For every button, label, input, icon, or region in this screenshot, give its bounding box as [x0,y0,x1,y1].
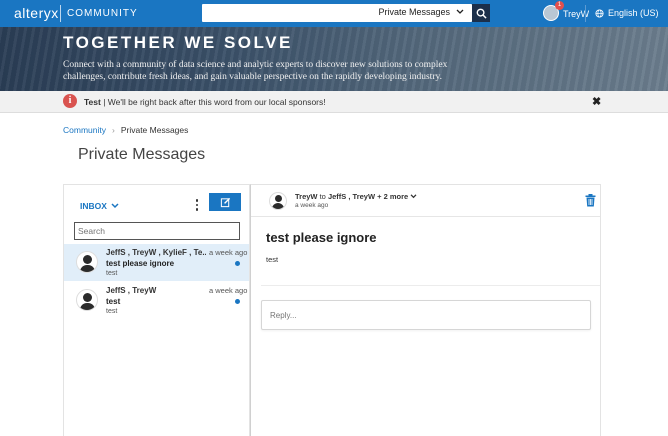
list-item[interactable]: JeffS , TreyW a week ago test test [64,282,249,319]
info-icon: i [63,94,77,108]
inbox-label: INBOX [80,201,107,211]
community-label[interactable]: COMMUNITY [67,8,138,19]
logo-divider [60,5,61,22]
search-icon [476,8,487,19]
search-scope-label: Private Messages [378,7,450,17]
language-selector[interactable]: English (US) [595,8,659,18]
inbox-folder-dropdown[interactable]: INBOX [80,201,119,211]
message-time: a week ago [209,248,248,257]
thread-header: TreyW to JeffS , TreyW + 2 more a week a… [251,185,600,217]
hero-banner: TOGETHER WE SOLVE Connect with a communi… [0,27,668,91]
trash-icon[interactable] [585,194,596,210]
message-participants: JeffS , TreyW [106,286,157,295]
thread-subject: test please ignore [266,230,377,245]
unread-indicator [235,261,240,266]
reply-input[interactable] [261,300,591,330]
thread-participants[interactable]: TreyW to JeffS , TreyW + 2 more [295,192,417,201]
compose-message-button[interactable] [209,193,241,211]
thread-recipients: JeffS , TreyW + 2 more [327,192,409,201]
chevron-down-icon [456,9,464,14]
announcement-title: Test [84,97,101,107]
breadcrumb: Community › Private Messages [63,125,188,135]
more-options-icon[interactable] [195,199,199,211]
breadcrumb-community-link[interactable]: Community [63,125,106,135]
chevron-down-icon [410,194,417,199]
thread-to-label: to [317,192,328,201]
alteryx-logo[interactable]: alteryx [14,5,59,21]
nav-divider [585,5,586,22]
thread-time: a week ago [295,202,329,209]
announcement-message: | We'll be right back after this word fr… [100,97,326,107]
message-subject: test please ignore [106,259,175,268]
avatar [76,289,98,311]
message-search-input[interactable] [74,222,240,240]
language-label: English (US) [608,8,659,18]
hero-description: Connect with a community of data science… [63,60,448,82]
avatar[interactable] [269,192,287,210]
chevron-down-icon [111,203,119,209]
search-scope-dropdown[interactable]: Private Messages [378,7,464,17]
message-preview: test [106,270,118,277]
compose-icon [220,197,230,207]
unread-indicator [235,299,240,304]
list-item[interactable]: JeffS , TreyW , KylieF , Te... a week ag… [64,244,249,281]
hero-title: TOGETHER WE SOLVE [63,33,293,52]
global-search-input[interactable]: Private Messages [202,4,472,22]
search-button[interactable] [472,4,490,22]
thread-divider [261,285,600,286]
message-participants: JeffS , TreyW , KylieF , Te... [106,248,206,257]
message-list-panel: INBOX JeffS , TreyW , KylieF , Te... a w… [63,184,250,436]
announcement-bar: i Test | We'll be right back after this … [0,91,668,113]
chevron-right-icon: › [111,125,115,135]
message-subject: test [106,297,121,306]
breadcrumb-current: Private Messages [120,125,189,135]
top-nav-bar: alteryx COMMUNITY Private Messages 1 Tre… [0,0,668,27]
close-icon[interactable]: ✖ [592,95,601,108]
globe-icon [595,8,604,18]
page-title: Private Messages [78,146,206,163]
thread-sender: TreyW [295,192,318,201]
message-thread-panel: TreyW to JeffS , TreyW + 2 more a week a… [250,184,601,436]
avatar [76,251,98,273]
message-preview: test [106,308,118,315]
thread-body: test [266,255,279,264]
message-time: a week ago [209,286,248,295]
announcement-text: Test | We'll be right back after this wo… [84,97,326,107]
